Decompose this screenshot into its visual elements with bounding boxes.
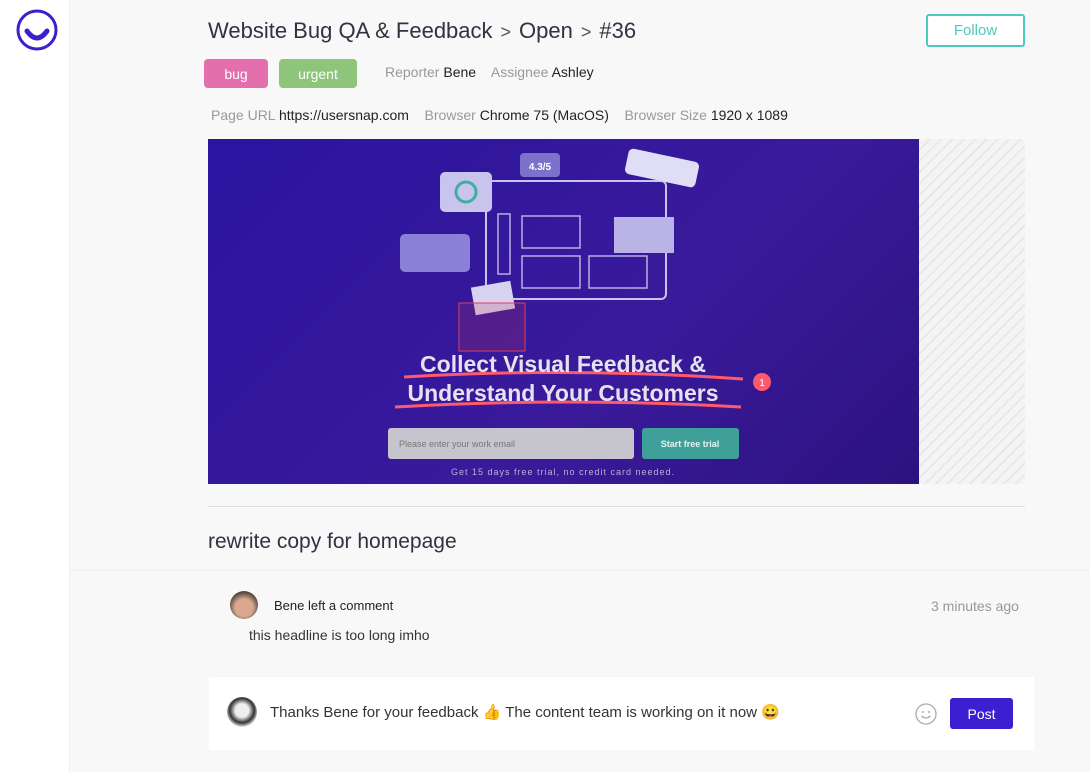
emoji-picker-icon[interactable] xyxy=(915,703,937,725)
svg-text:Start free trial: Start free trial xyxy=(661,439,720,449)
comment-time: 3 minutes ago xyxy=(931,598,1019,614)
svg-text:Collect Visual Feedback &: Collect Visual Feedback & xyxy=(420,351,706,377)
sidebar xyxy=(0,0,70,772)
svg-text:Understand Your Customers: Understand Your Customers xyxy=(408,380,719,406)
screenshot-padding xyxy=(919,139,1025,484)
breadcrumb-issue-id: #36 xyxy=(599,18,637,43)
page-url[interactable]: https://usersnap.com xyxy=(279,107,409,123)
annotation-marker: 1 xyxy=(759,378,765,389)
rating: 4.3/5 xyxy=(529,162,552,173)
divider xyxy=(208,506,1025,507)
illustration: 4.3/5 1 Collect Visual Feedback & Unders… xyxy=(388,148,771,477)
chevron-right-icon: > xyxy=(500,22,512,42)
issue-title: rewrite copy for homepage xyxy=(208,530,457,553)
reply-input[interactable]: Thanks Bene for your feedback 👍 The cont… xyxy=(270,703,780,721)
tag-bug[interactable]: bug xyxy=(204,59,268,88)
comment-author: Bene left a comment xyxy=(274,598,394,613)
svg-text:Get 15 days free trial, no cre: Get 15 days free trial, no credit card n… xyxy=(451,467,675,477)
screenshot-image[interactable]: 4.3/5 1 Collect Visual Feedback & Unders… xyxy=(208,139,919,484)
usersnap-logo-icon[interactable] xyxy=(16,9,58,51)
breadcrumb-status[interactable]: Open xyxy=(519,18,573,43)
follow-button[interactable]: Follow xyxy=(926,14,1025,47)
svg-text:Please enter your work email: Please enter your work email xyxy=(399,439,515,449)
chevron-right-icon: > xyxy=(580,22,592,42)
avatar-ashley xyxy=(227,697,257,727)
browser-info: Page URL https://usersnap.com Browser Ch… xyxy=(211,107,788,123)
tag-urgent[interactable]: urgent xyxy=(279,59,357,88)
breadcrumb: Website Bug QA & Feedback > Open > #36 xyxy=(208,18,636,44)
reporter-assignee: Reporter Bene Assignee Ashley xyxy=(385,64,594,80)
reporter: Bene xyxy=(443,64,477,80)
breadcrumb-project[interactable]: Website Bug QA & Feedback xyxy=(208,18,493,43)
divider xyxy=(70,570,1090,571)
comment-text: this headline is too long imho xyxy=(249,627,430,643)
avatar-bene xyxy=(230,591,258,619)
assignee[interactable]: Ashley xyxy=(552,64,594,80)
post-button[interactable]: Post xyxy=(950,698,1013,729)
